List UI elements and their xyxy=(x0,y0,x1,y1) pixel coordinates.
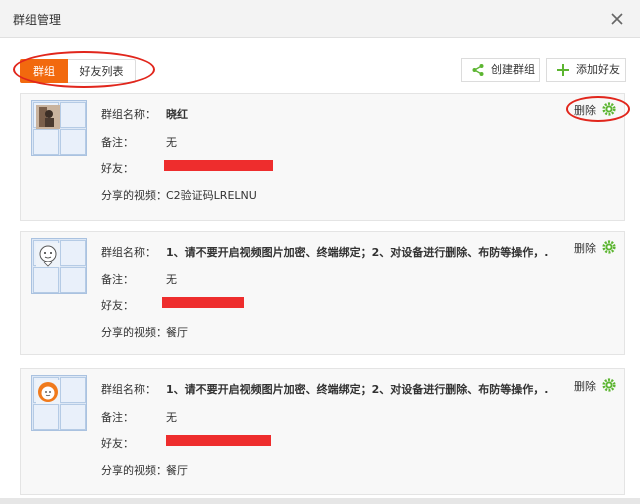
add-friend-button[interactable]: 添加好友 xyxy=(546,58,626,82)
group-avatar-grid xyxy=(31,238,87,294)
gear-icon[interactable] xyxy=(602,240,616,254)
cartoon-avatar-icon xyxy=(36,243,60,267)
member-photo-icon xyxy=(36,105,60,129)
redacted-friends xyxy=(162,297,244,308)
remark-row: 备注： 无 xyxy=(101,409,177,425)
friends-row: 好友： xyxy=(101,435,134,451)
remark-value: 无 xyxy=(166,273,177,286)
redacted-friends xyxy=(166,435,271,446)
friends-row: 好友： xyxy=(101,297,134,313)
gear-icon[interactable] xyxy=(602,102,616,116)
redacted-friends xyxy=(164,160,273,171)
shared-video-row: 分享的视频： C2验证码LRELNU xyxy=(101,187,257,203)
group-name-value: 1、请不要开启视频图片加密、终端绑定；2、对设备进行删除、布防等操作，. xyxy=(166,383,549,396)
group-name-value: 1、请不要开启视频图片加密、终端绑定；2、对设备进行删除、布防等操作，. xyxy=(166,246,549,259)
shared-video-value: C2验证码LRELNU xyxy=(166,189,257,202)
tab-bar: 群组 好友列表 xyxy=(20,59,136,83)
remark-label: 备注： xyxy=(101,411,134,424)
close-icon[interactable] xyxy=(604,6,630,32)
group-name-label: 群组名称： xyxy=(101,383,156,396)
delete-link[interactable]: 删除 xyxy=(574,102,596,118)
group-name-row: 群组名称： 1、请不要开启视频图片加密、终端绑定；2、对设备进行删除、布防等操作… xyxy=(101,244,548,260)
shared-video-label: 分享的视频： xyxy=(101,464,167,477)
delete-link[interactable]: 删除 xyxy=(574,240,596,256)
delete-link[interactable]: 删除 xyxy=(574,378,596,394)
dialog-titlebar: 群组管理 xyxy=(0,0,640,38)
group-avatar-grid xyxy=(31,375,87,431)
create-group-label: 创建群组 xyxy=(491,63,535,76)
friends-row: 好友： xyxy=(101,160,134,176)
create-group-button[interactable]: 创建群组 xyxy=(461,58,540,82)
shared-video-label: 分享的视频： xyxy=(101,189,167,202)
tab-groups[interactable]: 群组 xyxy=(20,59,68,83)
group-name-value: 晓红 xyxy=(166,108,188,121)
bottom-edge xyxy=(0,498,640,504)
group-name-row: 群组名称： 晓红 xyxy=(101,106,188,122)
shared-video-row: 分享的视频： 餐厅 xyxy=(101,462,188,478)
shared-video-value: 餐厅 xyxy=(166,326,188,339)
remark-value: 无 xyxy=(166,411,177,424)
plus-icon xyxy=(556,63,570,77)
group-card: 群组名称： 晓红 备注： 无 好友： 分享的视频： C2验证码LRELNU 删除 xyxy=(20,93,630,221)
add-friend-label: 添加好友 xyxy=(576,63,620,76)
remark-label: 备注： xyxy=(101,273,134,286)
dialog-title: 群组管理 xyxy=(13,13,62,27)
group-card: 群组名称： 1、请不要开启视频图片加密、终端绑定；2、对设备进行删除、布防等操作… xyxy=(20,368,625,495)
friends-label: 好友： xyxy=(101,299,134,312)
group-name-row: 群组名称： 1、请不要开启视频图片加密、终端绑定；2、对设备进行删除、布防等操作… xyxy=(101,381,548,397)
shared-video-value: 餐厅 xyxy=(166,464,188,477)
remark-value: 无 xyxy=(166,136,177,149)
shared-video-label: 分享的视频： xyxy=(101,326,167,339)
gear-icon[interactable] xyxy=(602,378,616,392)
group-avatar-grid xyxy=(31,100,87,156)
cartoon-avatar-icon xyxy=(36,380,60,404)
group-name-label: 群组名称： xyxy=(101,108,156,121)
shared-video-row: 分享的视频： 餐厅 xyxy=(101,324,188,340)
tab-friend-list[interactable]: 好友列表 xyxy=(68,59,136,83)
group-card: 群组名称： 1、请不要开启视频图片加密、终端绑定；2、对设备进行删除、布防等操作… xyxy=(20,231,625,355)
remark-row: 备注： 无 xyxy=(101,134,177,150)
share-icon xyxy=(471,63,485,77)
remark-row: 备注： 无 xyxy=(101,271,177,287)
friends-label: 好友： xyxy=(101,162,134,175)
remark-label: 备注： xyxy=(101,136,134,149)
friends-label: 好友： xyxy=(101,437,134,450)
group-name-label: 群组名称： xyxy=(101,246,156,259)
